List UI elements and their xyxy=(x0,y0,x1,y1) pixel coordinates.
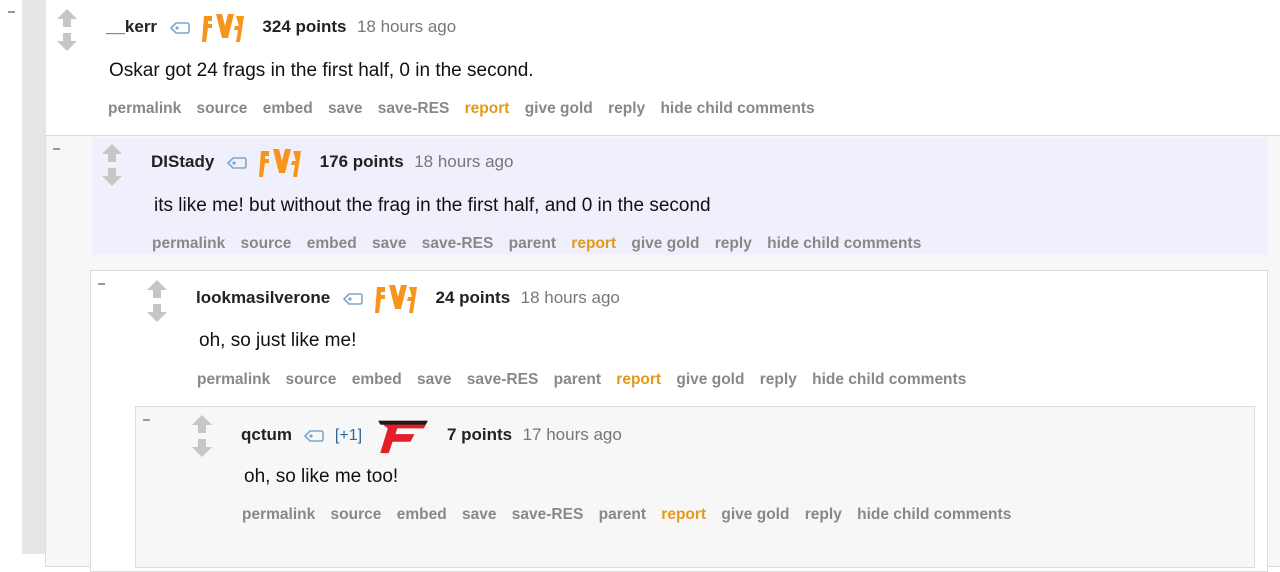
save-link[interactable]: save xyxy=(328,100,362,117)
comment-actions: permalink source embed save save-RES rep… xyxy=(108,100,826,118)
comment-body: oh, so like me too! xyxy=(244,466,399,487)
permalink-link[interactable]: permalink xyxy=(108,100,181,117)
comment-header: __kerr 324 points 18 hours ago xyxy=(106,10,456,46)
source-link[interactable]: source xyxy=(241,235,292,252)
faze-clan-flair-icon xyxy=(377,420,428,454)
hide-child-comments-link[interactable]: hide child comments xyxy=(767,235,921,252)
collapse-toggle[interactable] xyxy=(143,416,153,424)
hide-child-comments-link[interactable]: hide child comments xyxy=(812,371,966,388)
save-res-link[interactable]: save-RES xyxy=(512,506,584,523)
embed-link[interactable]: embed xyxy=(397,506,447,523)
upvote-arrow-icon[interactable] xyxy=(190,414,214,434)
reply-link[interactable]: reply xyxy=(760,371,797,388)
username-link[interactable]: DIStady xyxy=(151,152,214,171)
timestamp: 18 hours ago xyxy=(414,152,514,172)
save-res-link[interactable]: save-RES xyxy=(422,235,494,252)
comment-body: oh, so just like me! xyxy=(199,330,357,351)
collapse-toggle[interactable] xyxy=(53,145,63,153)
reply-link[interactable]: reply xyxy=(715,235,752,252)
give-gold-link[interactable]: give gold xyxy=(525,100,593,117)
embed-link[interactable]: embed xyxy=(307,235,357,252)
source-link[interactable]: source xyxy=(331,506,382,523)
comment-header: lookmasilverone 24 points 18 hours ago xyxy=(196,281,620,317)
score: 176 points xyxy=(319,152,404,172)
res-vote-count: [+1] xyxy=(334,427,363,444)
save-link[interactable]: save xyxy=(462,506,496,523)
give-gold-link[interactable]: give gold xyxy=(721,506,789,523)
downvote-arrow-icon[interactable] xyxy=(190,438,214,458)
downvote-arrow-icon[interactable] xyxy=(145,303,169,323)
downvote-arrow-icon[interactable] xyxy=(55,32,79,52)
permalink-link[interactable]: permalink xyxy=(152,235,225,252)
comment-body: Oskar got 24 frags in the first half, 0 … xyxy=(109,60,534,81)
comment-header: qctum [+1] 7 points 17 hours ago xyxy=(241,417,622,455)
source-link[interactable]: source xyxy=(197,100,248,117)
score: 324 points xyxy=(262,17,347,37)
comment-actions: permalink source embed save save-RES par… xyxy=(242,506,1022,524)
downvote-arrow-icon[interactable] xyxy=(100,167,124,187)
timestamp: 18 hours ago xyxy=(356,17,457,37)
save-link[interactable]: save xyxy=(417,371,451,388)
report-link[interactable]: report xyxy=(465,100,510,117)
vote-arrows xyxy=(190,414,214,460)
parent-link[interactable]: parent xyxy=(554,371,601,388)
reply-link[interactable]: reply xyxy=(805,506,842,523)
upvote-arrow-icon[interactable] xyxy=(100,143,124,163)
permalink-link[interactable]: permalink xyxy=(242,506,315,523)
reply-link[interactable]: reply xyxy=(608,100,645,117)
parent-link[interactable]: parent xyxy=(509,235,556,252)
report-link[interactable]: report xyxy=(616,371,661,388)
tag-user-icon[interactable] xyxy=(342,293,363,305)
save-link[interactable]: save xyxy=(372,235,406,252)
source-link[interactable]: source xyxy=(286,371,337,388)
save-res-link[interactable]: save-RES xyxy=(378,100,450,117)
vote-arrows xyxy=(100,143,124,189)
fnatic-flair-icon xyxy=(259,149,302,177)
report-link[interactable]: report xyxy=(571,235,616,252)
hide-child-comments-link[interactable]: hide child comments xyxy=(660,100,814,117)
comment-actions: permalink source embed save save-RES par… xyxy=(152,235,932,253)
username-link[interactable]: qctum xyxy=(241,425,292,444)
report-link[interactable]: report xyxy=(661,506,706,523)
hide-child-comments-link[interactable]: hide child comments xyxy=(857,506,1011,523)
give-gold-link[interactable]: give gold xyxy=(676,371,744,388)
fnatic-flair-icon xyxy=(375,285,418,313)
vote-arrows xyxy=(145,279,169,325)
collapse-toggle[interactable] xyxy=(8,8,18,16)
username-link[interactable]: lookmasilverone xyxy=(196,288,330,307)
save-res-link[interactable]: save-RES xyxy=(467,371,539,388)
timestamp: 18 hours ago xyxy=(520,288,620,308)
comment-body: its like me! but without the frag in the… xyxy=(154,195,711,216)
fnatic-flair-icon xyxy=(201,14,244,42)
timestamp: 17 hours ago xyxy=(522,425,622,445)
embed-link[interactable]: embed xyxy=(263,100,313,117)
parent-link[interactable]: parent xyxy=(599,506,646,523)
give-gold-link[interactable]: give gold xyxy=(631,235,699,252)
comment-header: DIStady 176 points 18 hours ago xyxy=(151,145,513,181)
tag-user-icon[interactable] xyxy=(304,430,325,442)
permalink-link[interactable]: permalink xyxy=(197,371,270,388)
vote-arrows xyxy=(55,8,79,54)
embed-link[interactable]: embed xyxy=(352,371,402,388)
username-link[interactable]: __kerr xyxy=(106,17,157,36)
tag-user-icon[interactable] xyxy=(169,22,190,34)
collapse-toggle[interactable] xyxy=(98,280,108,288)
comment-actions: permalink source embed save save-RES par… xyxy=(197,371,977,389)
thread-rail xyxy=(22,0,46,554)
score: 7 points xyxy=(446,425,513,445)
tag-user-icon[interactable] xyxy=(226,157,247,169)
score: 24 points xyxy=(435,288,511,308)
upvote-arrow-icon[interactable] xyxy=(55,8,79,28)
upvote-arrow-icon[interactable] xyxy=(145,279,169,299)
